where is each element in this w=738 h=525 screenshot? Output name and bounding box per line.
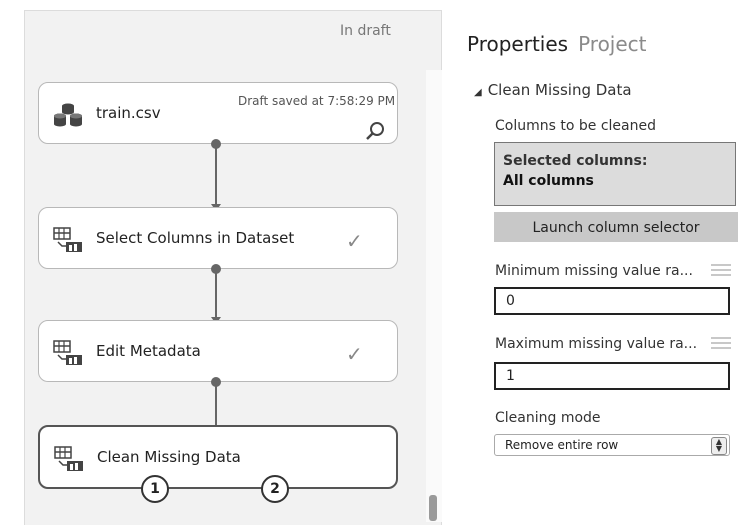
cleaning-mode-value: Remove entire row	[505, 438, 619, 452]
selected-columns-box: Selected columns: All columns	[494, 142, 736, 206]
module-icon	[52, 225, 84, 259]
visualize-magnifier-icon[interactable]	[365, 121, 385, 145]
dataset-icon	[52, 100, 84, 134]
section-title: Clean Missing Data	[487, 81, 632, 99]
completed-check-icon: ✓	[346, 342, 363, 366]
max-missing-value-input[interactable]: 1	[494, 362, 730, 390]
connector-line	[215, 384, 217, 426]
collapse-triangle-icon[interactable]: ◢	[474, 87, 482, 98]
module-clean-missing-data[interactable]: Clean Missing Data	[38, 425, 398, 489]
canvas-scrollbar-thumb[interactable]	[429, 495, 437, 521]
canvas-scrollbar-track[interactable]	[426, 70, 442, 522]
selected-columns-value: All columns	[503, 173, 594, 189]
cleaning-mode-select[interactable]: Remove entire row ▲ ▼	[494, 434, 730, 456]
launch-column-selector-button[interactable]: Launch column selector	[494, 212, 738, 242]
tab-project[interactable]: Project	[578, 32, 646, 56]
min-missing-value-input[interactable]: 0	[494, 287, 730, 315]
columns-to-clean-label: Columns to be cleaned	[495, 118, 656, 134]
module-icon	[52, 338, 84, 372]
module-label: train.csv	[96, 104, 161, 122]
module-edit-metadata[interactable]: Edit Metadata ✓	[38, 320, 398, 382]
module-label: Clean Missing Data	[97, 448, 241, 466]
min-missing-value-label: Minimum missing value ra...	[495, 263, 693, 279]
cleaning-mode-label: Cleaning mode	[495, 410, 601, 426]
tab-properties[interactable]: Properties	[467, 32, 568, 56]
module-label: Edit Metadata	[96, 342, 201, 360]
module-train-csv[interactable]: train.csv	[38, 82, 398, 144]
properties-tabs: Properties Project	[467, 32, 647, 56]
connector-line	[215, 271, 217, 317]
module-select-columns[interactable]: Select Columns in Dataset ✓	[38, 207, 398, 269]
section-header[interactable]: ◢ Clean Missing Data	[474, 81, 632, 99]
max-missing-value-label: Maximum missing value ra...	[495, 336, 698, 352]
draft-saved-text: Draft saved at 7:58:29 PM	[238, 94, 396, 108]
output-port-2[interactable]: 2	[261, 475, 289, 503]
parameter-menu-icon[interactable]	[711, 337, 731, 349]
completed-check-icon: ✓	[346, 229, 363, 253]
select-arrows-icon[interactable]: ▲ ▼	[711, 437, 727, 455]
parameter-menu-icon[interactable]	[711, 264, 731, 276]
draft-status: In draft	[340, 23, 391, 39]
selected-columns-title: Selected columns:	[503, 153, 648, 169]
module-label: Select Columns in Dataset	[96, 229, 295, 247]
output-port-1[interactable]: 1	[141, 475, 169, 503]
connector-line	[215, 146, 217, 204]
module-icon	[53, 444, 85, 478]
